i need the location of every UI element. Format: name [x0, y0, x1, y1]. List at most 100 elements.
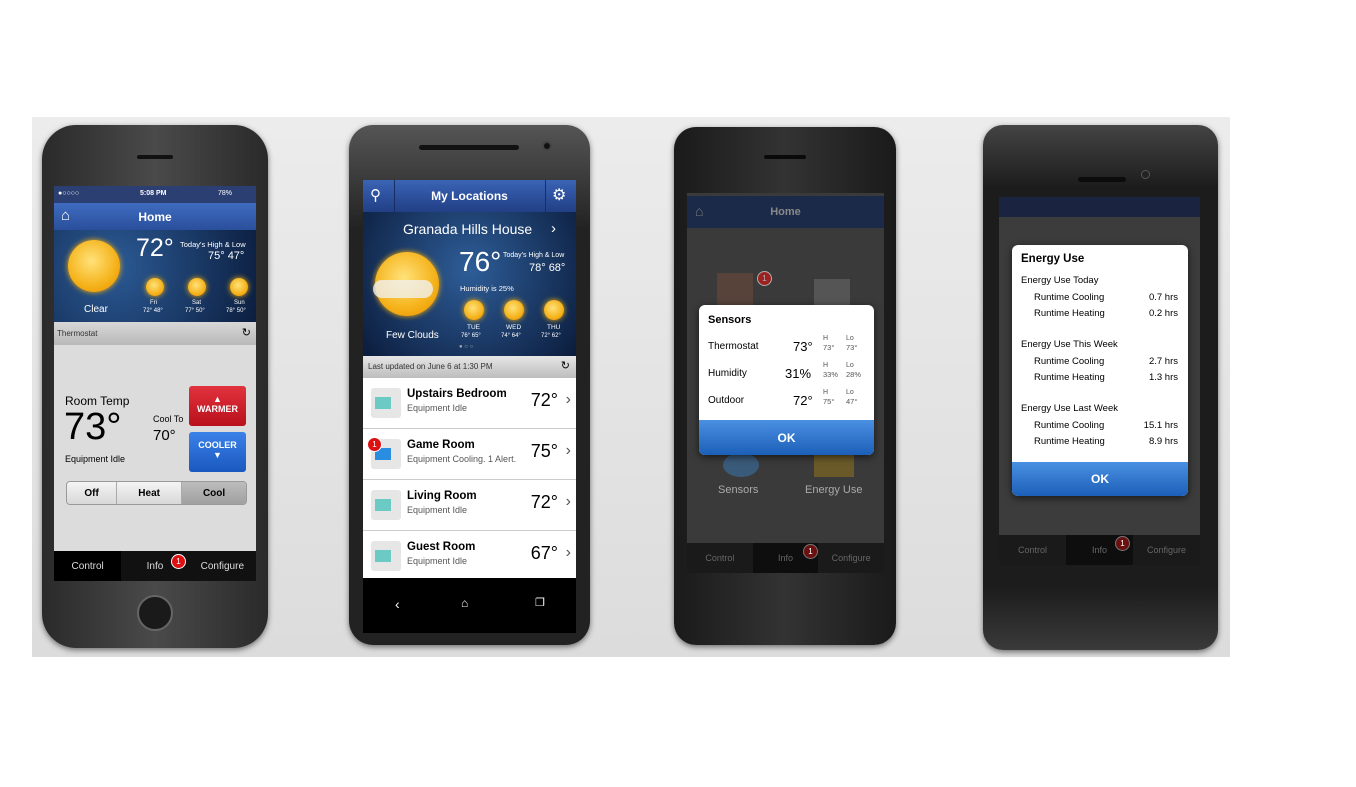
refresh-icon[interactable]: ↻ — [242, 326, 251, 339]
mode-cool[interactable]: Cool — [182, 482, 246, 504]
sun-icon — [544, 300, 564, 320]
refresh-icon[interactable]: ↻ — [561, 359, 570, 372]
current-temp: 76° — [459, 246, 502, 277]
sun-icon — [68, 240, 120, 292]
android-nav-bar: ‹ ⌂ ❐ — [363, 578, 576, 633]
section-bar: Thermostat ↻ — [54, 322, 256, 345]
energy-row-label: Runtime Heating — [1034, 436, 1105, 447]
room-temp: 73° — [64, 406, 122, 448]
tab-control[interactable]: Control — [54, 551, 122, 581]
chevron-right-icon: › — [565, 391, 571, 408]
speaker — [1078, 177, 1126, 182]
tab-control[interactable]: Control — [999, 535, 1066, 565]
sun-icon — [188, 278, 206, 296]
next-location-chevron-icon[interactable]: › — [551, 220, 556, 237]
speaker — [137, 155, 173, 159]
forecast-day: TUE — [467, 324, 480, 331]
sun-icon — [230, 278, 248, 296]
cloud-icon — [373, 280, 433, 298]
mode-heat[interactable]: Heat — [117, 482, 183, 504]
ok-button[interactable]: OK — [699, 420, 874, 455]
sensor-label: Outdoor — [708, 395, 745, 406]
energy-row-value: 15.1 hrs — [1143, 420, 1178, 431]
room-status: Equipment Cooling. 1 Alert. — [407, 454, 517, 464]
room-status: Equipment Idle — [407, 556, 468, 566]
sensor-value: 73° — [793, 339, 813, 354]
low-label: Lo — [846, 389, 854, 396]
high-low: 78° 68° — [529, 262, 566, 274]
speaker — [419, 145, 519, 150]
home-icon[interactable]: ⌂ — [461, 596, 468, 610]
room-name: Guest Room — [407, 541, 476, 553]
cooler-button[interactable]: COOLER ▼ — [189, 432, 246, 472]
high-label: H — [823, 389, 829, 396]
sensor-label: Humidity — [708, 368, 747, 379]
camera — [1141, 170, 1150, 179]
sensors-app-icon[interactable] — [717, 273, 753, 309]
back-icon[interactable]: ‹ — [395, 596, 400, 612]
room-list: Upstairs Bedroom Equipment Idle 72° › 1 Game… — [363, 378, 576, 582]
location-name: Granada Hills House — [403, 221, 533, 237]
weather-panel[interactable]: Granada Hills House › Few Clouds 76° Tod… — [363, 212, 576, 356]
alert-badge: 1 — [367, 437, 382, 452]
ok-button[interactable]: OK — [1012, 462, 1188, 496]
chevron-right-icon: › — [565, 544, 571, 561]
energy-row-label: Runtime Heating — [1034, 308, 1105, 319]
tab-control[interactable]: Control — [687, 543, 753, 573]
alert-badge: 1 — [757, 271, 772, 286]
fire-phone: ⌂ Home 1 Sensors Energy Use Control Info… — [674, 127, 896, 645]
energy-row-value: 0.2 hrs — [1148, 308, 1178, 319]
tab-configure[interactable]: Configure — [818, 543, 884, 573]
sensors-label[interactable]: Sensors — [718, 484, 758, 496]
tab-configure[interactable]: Configure — [189, 551, 256, 581]
sensor-high: 75° — [823, 397, 835, 406]
energy-row-value: 1.3 hrs — [1148, 372, 1178, 383]
last-updated: Last updated on June 6 at 1:30 PM — [368, 362, 493, 371]
tab-bar: Control Info Configure — [54, 551, 256, 581]
tab-configure[interactable]: Configure — [1133, 535, 1200, 565]
forecast-day: Sun — [234, 300, 245, 306]
info-badge: 1 — [171, 554, 186, 569]
status-time: 5:08 PM — [140, 190, 167, 197]
low-label: Lo — [846, 362, 854, 369]
room-temp: 72° — [530, 492, 558, 512]
high-label: H — [823, 335, 829, 342]
energy-row-value: 8.9 hrs — [1148, 436, 1178, 447]
section-title: Thermostat — [57, 329, 98, 338]
room-temp: 72° — [530, 390, 558, 410]
current-temp: 72° — [136, 234, 174, 262]
energy-use-label[interactable]: Energy Use — [805, 484, 862, 496]
sensor-high: 33% — [823, 370, 839, 379]
forecast-temps: 78° 50° — [226, 308, 246, 314]
settings-gear-icon[interactable]: ⚙ — [552, 185, 566, 205]
recent-apps-icon[interactable]: ❐ — [535, 596, 545, 609]
weather-condition: Few Clouds — [386, 330, 439, 341]
room-row[interactable]: Upstairs Bedroom Equipment Idle 72° › — [363, 378, 576, 429]
high-label: H — [823, 362, 829, 369]
blackberry-phone: Control Info Configure 1 Energy Use Ener… — [983, 125, 1218, 650]
room-name: Game Room — [407, 439, 475, 451]
page-title: Home — [770, 206, 801, 218]
info-badge: 1 — [803, 544, 818, 559]
room-row[interactable]: 1 Game Room Equipment Cooling. 1 Alert. 75°… — [363, 429, 576, 480]
sensor-low: 28% — [846, 370, 862, 379]
room-status: Equipment Idle — [407, 505, 468, 515]
forecast-temps: 72° 62° — [541, 333, 561, 339]
sensor-low: 73° — [846, 343, 858, 352]
high-low: 75° 47° — [208, 250, 245, 262]
room-status: Equipment Idle — [407, 403, 468, 413]
warmer-button[interactable]: ▲ WARMER — [189, 386, 246, 426]
home-button[interactable] — [137, 595, 173, 631]
iphone: ●○○○○ 5:08 PM 78% ⌂ Home Clear 72° Today… — [42, 125, 268, 648]
chevron-right-icon: › — [565, 493, 571, 510]
room-row[interactable]: Guest Room Equipment Idle 67° › — [363, 531, 576, 582]
chevron-right-icon: › — [565, 442, 571, 459]
nav-header — [999, 197, 1200, 217]
dialog-title: Sensors — [708, 314, 752, 326]
camera — [542, 141, 552, 151]
mode-off[interactable]: Off — [67, 482, 118, 504]
room-row[interactable]: Living Room Equipment Idle 72° › — [363, 480, 576, 531]
room-temp: 67° — [530, 543, 558, 563]
tab-bar: Control Info Configure — [687, 543, 884, 573]
energy-row-label: Runtime Cooling — [1034, 420, 1105, 431]
